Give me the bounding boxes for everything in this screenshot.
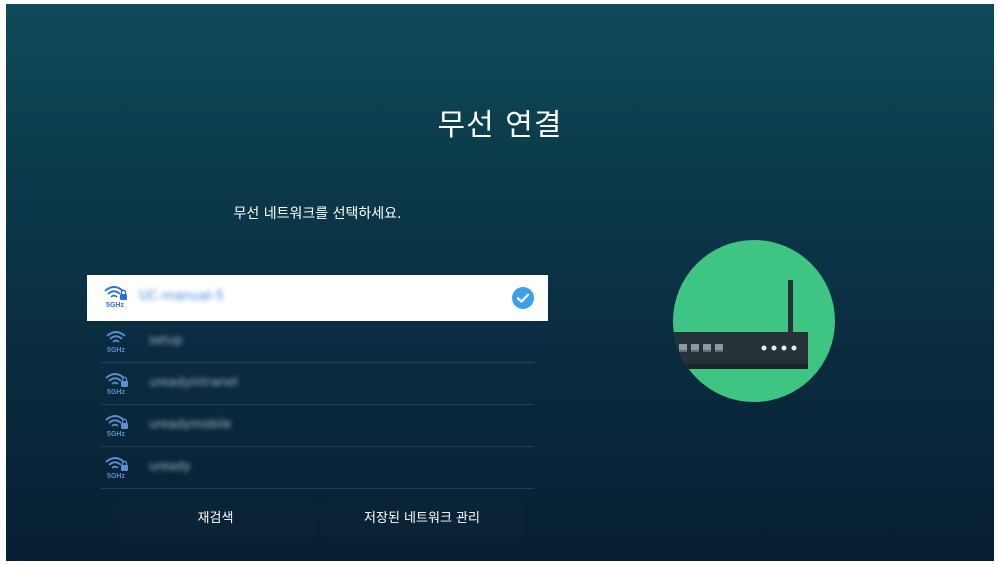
page-title: 무선 연결 <box>437 108 563 143</box>
wifi-lock-icon: 5GHz <box>104 370 130 398</box>
network-list: 5GHz UC-manual-5 5GHz setup 5GHz ureadyi… <box>87 275 548 489</box>
band-label: 5GHz <box>107 473 125 480</box>
check-icon <box>512 287 534 309</box>
page-subtitle: 무선 네트워크를 선택하세요. <box>233 206 402 222</box>
rescan-button[interactable]: 재검색 <box>114 500 317 537</box>
manage-saved-networks-button[interactable]: 저장된 네트워크 관리 <box>320 500 524 537</box>
band-label: 5GHz <box>107 347 125 354</box>
action-buttons: 재검색 저장된 네트워크 관리 <box>114 500 524 537</box>
network-ssid: ureadymobile <box>149 417 232 431</box>
network-ssid: UC-manual-5 <box>139 289 224 304</box>
wifi-icon: 5GHz <box>104 328 130 356</box>
wifi-lock-icon: 5GHz <box>103 283 129 311</box>
network-item[interactable]: 5GHz uready <box>101 447 534 489</box>
network-ssid: setup <box>149 333 183 347</box>
network-ssid: ureadyintranet <box>149 375 239 389</box>
band-label: 5GHz <box>106 302 124 309</box>
network-item[interactable]: 5GHz ureadymobile <box>101 405 534 447</box>
band-label: 5GHz <box>107 431 125 438</box>
network-item[interactable]: 5GHz ureadyintranet <box>101 363 534 405</box>
network-item-selected[interactable]: 5GHz UC-manual-5 <box>87 275 548 321</box>
tv-screen: 무선 연결 무선 네트워크를 선택하세요. 5GHz UC-manual-5 5… <box>6 4 994 561</box>
wifi-lock-icon: 5GHz <box>104 454 130 482</box>
band-label: 5GHz <box>107 389 125 396</box>
wifi-lock-icon: 5GHz <box>104 412 130 440</box>
network-ssid: uready <box>149 459 191 473</box>
network-item[interactable]: 5GHz setup <box>101 321 534 363</box>
router-icon <box>664 234 838 404</box>
